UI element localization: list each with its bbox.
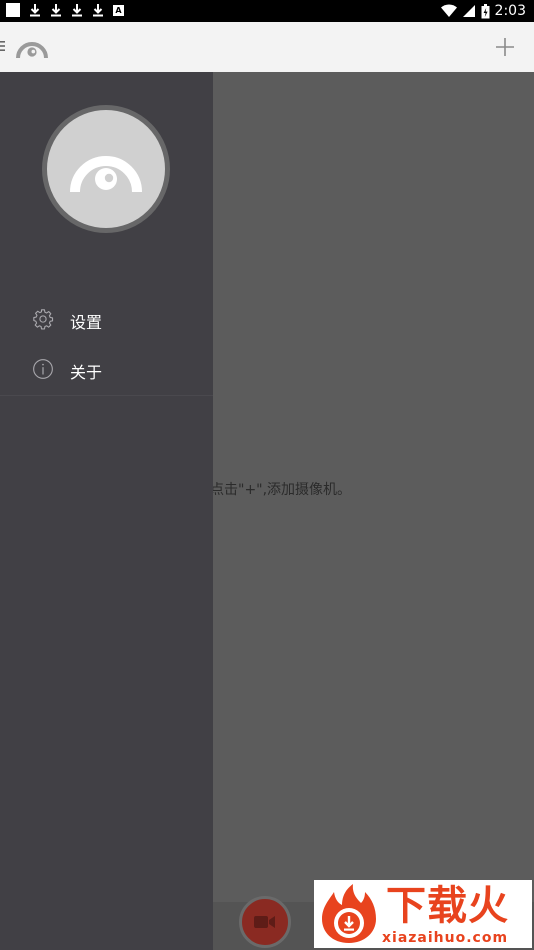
cell-signal-icon [462, 5, 475, 17]
status-bar: A 2:03 [0, 0, 534, 22]
notification-square-icon [6, 3, 20, 17]
download-icon [51, 4, 61, 17]
add-camera-button[interactable]: + [494, 36, 516, 58]
system-indicators: 2:03 [440, 2, 526, 20]
notification-icons: A [6, 3, 124, 17]
info-icon [33, 359, 53, 379]
avatar[interactable] [42, 105, 170, 233]
navigation-drawer: 设置 关于 [0, 72, 213, 950]
watermark: 下载火 xiazaihuo.com [314, 880, 532, 948]
gear-icon [33, 309, 54, 330]
empty-state-hint: 点击"+",添加摄像机。 [210, 482, 352, 498]
flame-logo-icon [322, 884, 376, 943]
watermark-title: 下载火 [386, 883, 509, 929]
menu-icon[interactable] [0, 40, 6, 52]
drawer-item-label: 关于 [70, 363, 103, 382]
battery-icon [481, 3, 490, 18]
download-icon [30, 4, 40, 17]
drawer-scrim[interactable] [213, 72, 534, 950]
download-icon [93, 4, 103, 17]
drawer-item-label: 设置 [70, 313, 103, 332]
app-bar: + [0, 22, 534, 72]
clock: 2:03 [494, 3, 526, 19]
notification-a-icon: A [113, 4, 124, 16]
drawer-divider [0, 395, 213, 396]
camera-logo-icon [70, 156, 142, 193]
video-camera-icon [254, 916, 275, 928]
watermark-url: xiazaihuo.com [382, 930, 509, 946]
drawer-item-about[interactable]: 关于 [0, 346, 213, 394]
download-icon [72, 4, 82, 17]
camera-logo-icon [16, 42, 48, 59]
drawer-item-settings[interactable]: 设置 [0, 296, 213, 344]
record-button[interactable] [239, 896, 291, 948]
wifi-icon [440, 4, 457, 17]
